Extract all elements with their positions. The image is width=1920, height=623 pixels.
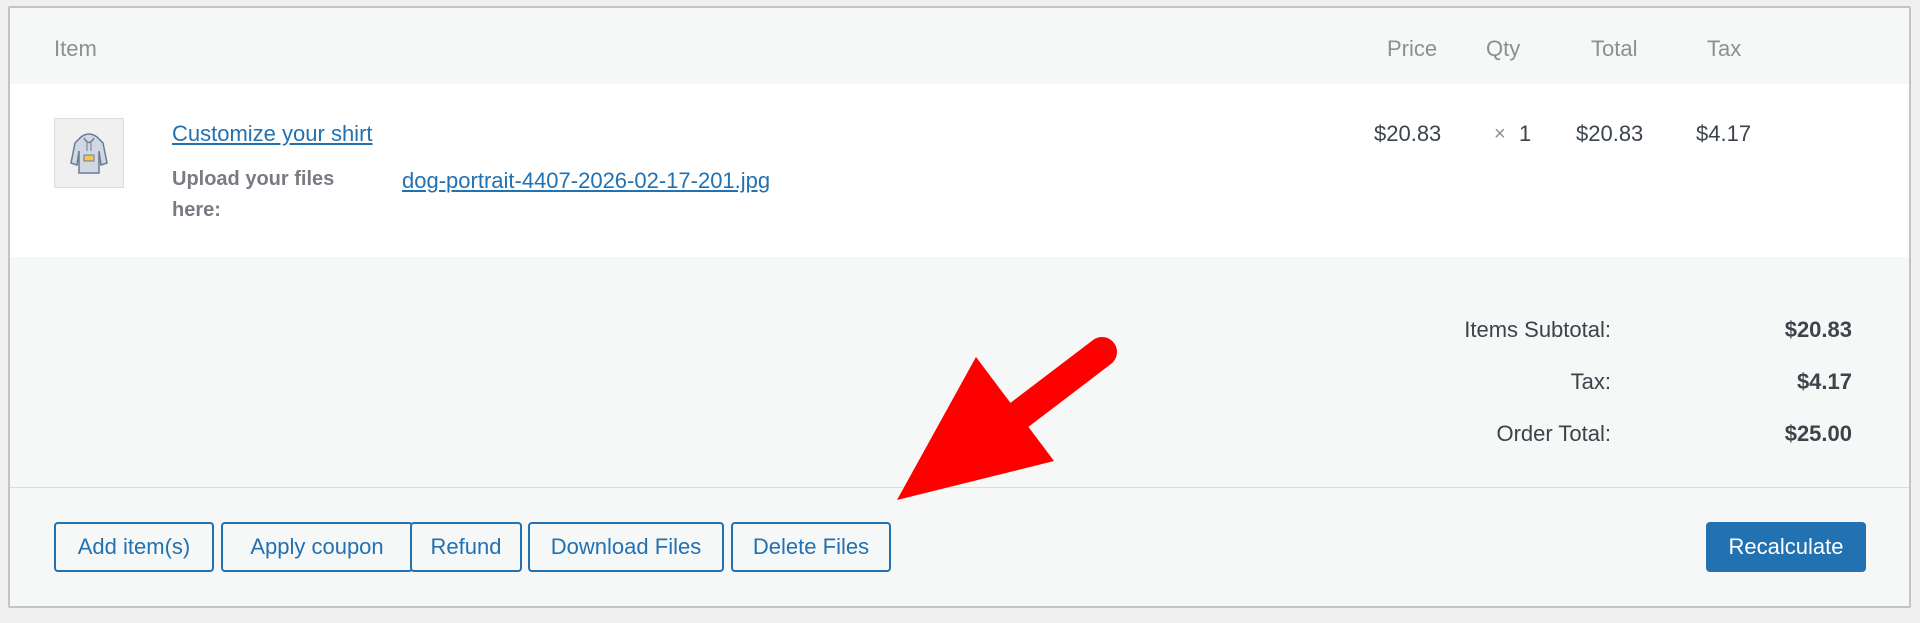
items-subtotal-label: Items Subtotal: [1464, 317, 1611, 342]
upload-files-label: Upload your files here: [172, 168, 335, 221]
delete-files-button[interactable]: Delete Files [731, 522, 891, 572]
line-item-total: $20.83 [1576, 121, 1644, 146]
tax-total-value: $4.17 [1796, 369, 1852, 394]
uploaded-file-link[interactable]: dog-portrait-4407-2026-02-17-201.jpg [402, 168, 770, 194]
header-item: Item [54, 36, 97, 61]
download-files-button[interactable]: Download Files [528, 522, 724, 572]
header-total: Total [1591, 36, 1638, 61]
header-qty: Qty [1486, 36, 1521, 61]
tax-total-label: Tax: [1570, 369, 1611, 394]
order-items-panel: Item Price Qty Total Tax Customize your … [8, 6, 1911, 608]
product-name-link[interactable]: Customize your shirt [172, 121, 373, 147]
items-subtotal-value: $20.83 [1784, 317, 1852, 342]
recalculate-button[interactable]: Recalculate [1706, 522, 1866, 572]
apply-coupon-button[interactable]: Apply coupon [221, 522, 413, 572]
qty-multiply-symbol: × [1494, 123, 1506, 145]
line-item-price: $20.83 [1374, 121, 1442, 146]
line-item-row: Customize your shirt Upload your files h… [10, 84, 1909, 258]
items-table-header: Item Price Qty Total Tax [10, 8, 1909, 84]
order-total-value: $25.00 [1784, 421, 1852, 446]
header-tax: Tax [1707, 36, 1742, 61]
refund-button[interactable]: Refund [410, 522, 522, 572]
order-totals: Items Subtotal: $20.83 Tax: $4.17 Order … [10, 257, 1909, 488]
hoodie-thumbnail-icon[interactable] [54, 118, 124, 188]
line-item-tax: $4.17 [1696, 121, 1752, 146]
add-items-button[interactable]: Add item(s) [54, 522, 214, 572]
header-price: Price [1387, 36, 1438, 61]
line-item-qty[interactable]: 1 [1519, 121, 1531, 147]
order-total-label: Order Total: [1496, 421, 1611, 446]
